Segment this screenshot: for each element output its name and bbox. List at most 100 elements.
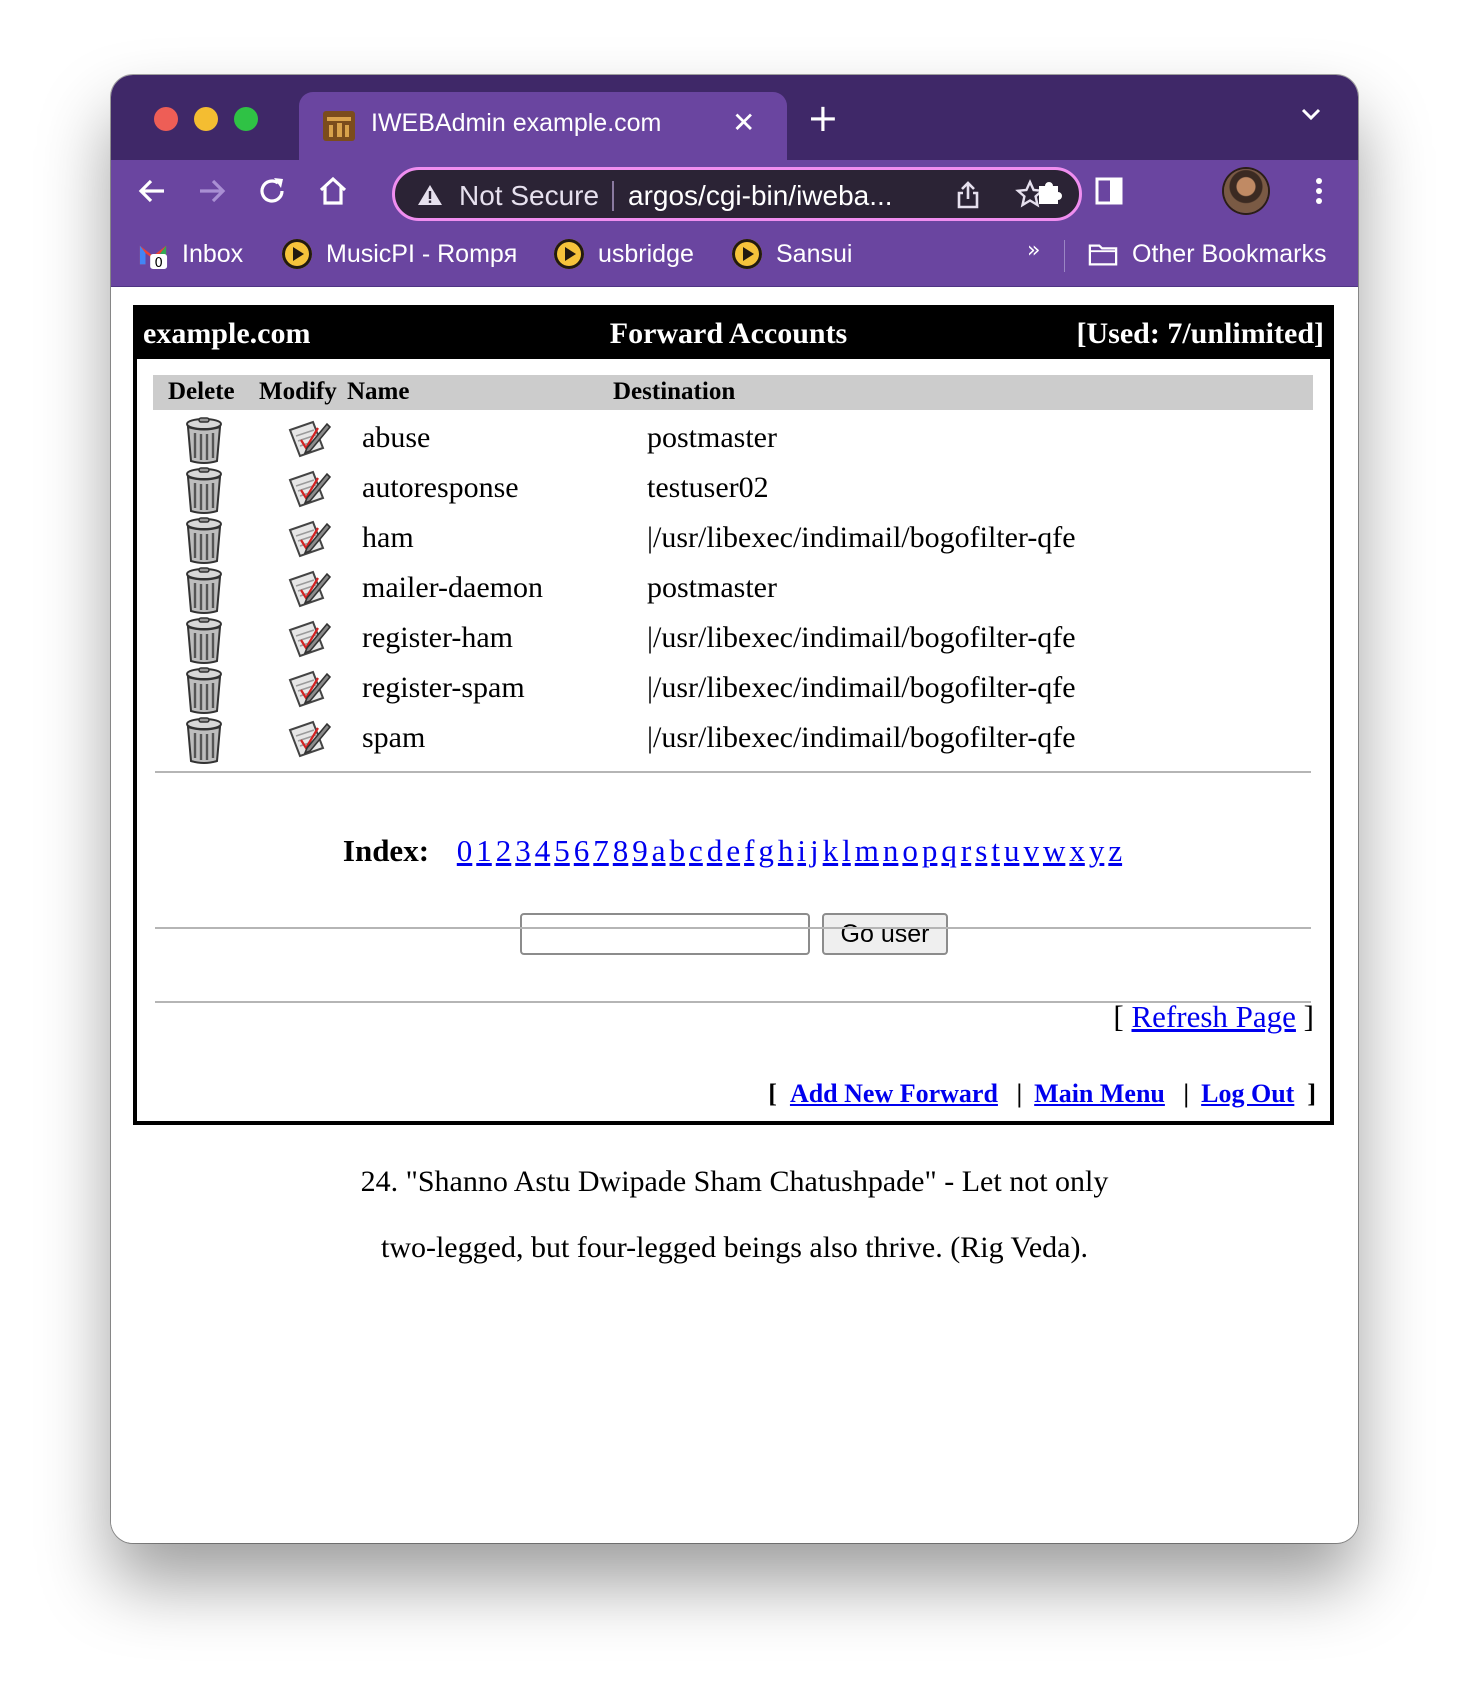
trash-icon[interactable] (183, 717, 225, 773)
reload-icon[interactable] (256, 175, 288, 207)
edit-icon[interactable] (287, 668, 332, 716)
warning-icon[interactable] (417, 183, 443, 207)
domain-name: example.com (143, 317, 311, 350)
index-link[interactable]: z (1108, 833, 1122, 868)
forward-name: abuse (362, 421, 431, 454)
column-modify: Modify (259, 378, 337, 405)
forward-arrow-icon[interactable] (196, 175, 228, 207)
index-link[interactable]: n (883, 833, 899, 868)
index-link[interactable]: u (1004, 833, 1020, 868)
index-link[interactable]: i (797, 833, 806, 868)
index-link[interactable]: 1 (476, 833, 492, 868)
index-link[interactable]: t (991, 833, 1000, 868)
index-link[interactable]: k (823, 833, 839, 868)
forward-destination: testuser02 (647, 471, 769, 504)
more-menu-icon[interactable] (1313, 175, 1325, 207)
index-link[interactable]: f (744, 833, 754, 868)
index-link[interactable]: 6 (574, 833, 590, 868)
index-link[interactable]: s (975, 833, 987, 868)
play-icon (732, 239, 762, 269)
zoom-window-button[interactable] (234, 107, 258, 131)
add-new-forward-link[interactable]: Add New Forward (790, 1079, 998, 1108)
main-menu-link[interactable]: Main Menu (1034, 1079, 1165, 1108)
extensions-puzzle-icon[interactable] (1034, 175, 1066, 207)
bookmark-usbridge[interactable]: usbridge (554, 234, 694, 274)
index-link[interactable]: 4 (535, 833, 551, 868)
edit-icon[interactable] (287, 718, 332, 766)
other-bookmarks-label: Other Bookmarks (1132, 239, 1327, 268)
index-link[interactable]: d (707, 833, 723, 868)
browser-toolbar: Not Secure argos/cgi-bin/iweba... (111, 160, 1358, 226)
edit-icon[interactable] (287, 418, 332, 466)
profile-avatar[interactable] (1224, 169, 1268, 213)
index-link[interactable]: b (670, 833, 686, 868)
address-bar[interactable]: Not Secure argos/cgi-bin/iweba... (392, 167, 1082, 221)
home-icon[interactable] (317, 175, 349, 207)
edit-icon[interactable] (287, 568, 332, 616)
bracket-open: [ (768, 1079, 777, 1108)
go-user-input[interactable] (520, 913, 810, 955)
quote-line-2: two-legged, but four-legged beings also … (380, 1231, 1088, 1264)
link-separator: | (1183, 1079, 1190, 1108)
index-link[interactable]: h (778, 833, 794, 868)
index-link[interactable]: 7 (593, 833, 609, 868)
index-link[interactable]: a (652, 833, 666, 868)
index-link[interactable]: 5 (554, 833, 570, 868)
index-link[interactable]: e (726, 833, 740, 868)
index-link[interactable]: g (758, 833, 774, 868)
play-icon (282, 239, 312, 269)
tab-close-icon[interactable]: ✕ (732, 106, 755, 139)
table-row: autoresponse testuser02 (153, 463, 1313, 517)
security-label[interactable]: Not Secure (459, 180, 599, 212)
index-link[interactable]: l (842, 833, 851, 868)
index-link[interactable]: x (1069, 833, 1085, 868)
minimize-window-button[interactable] (194, 107, 218, 131)
favicon-icon (323, 111, 355, 141)
index-link[interactable]: o (902, 833, 918, 868)
forward-name: register-ham (362, 621, 513, 654)
index-link[interactable]: w (1043, 833, 1065, 868)
bookmark-sansui[interactable]: Sansui (732, 234, 852, 274)
back-arrow-icon[interactable] (136, 175, 168, 207)
gmail-icon: 0 (139, 245, 168, 269)
bookmark-label: MusicPI - Rompя (326, 239, 518, 268)
index-link[interactable]: p (922, 833, 938, 868)
log-out-link[interactable]: Log Out (1201, 1079, 1294, 1108)
edit-icon[interactable] (287, 468, 332, 516)
index-link[interactable]: 9 (632, 833, 648, 868)
refresh-page-link[interactable]: Refresh Page (1132, 999, 1296, 1034)
index-link[interactable]: v (1023, 833, 1039, 868)
index-link[interactable]: q (941, 833, 957, 868)
url-text[interactable]: argos/cgi-bin/iweba... (628, 180, 893, 212)
share-icon[interactable] (955, 180, 981, 210)
bookmark-musicpi[interactable]: MusicPI - Rompя (282, 234, 517, 274)
close-window-button[interactable] (154, 107, 178, 131)
go-user-button[interactable]: Go user (822, 913, 948, 955)
new-tab-icon[interactable]: + (807, 99, 839, 137)
bookmarks-overflow-icon[interactable]: » (1027, 238, 1040, 263)
index-link[interactable]: 3 (515, 833, 531, 868)
edit-icon[interactable] (287, 518, 332, 566)
side-panel-icon[interactable] (1094, 175, 1124, 207)
forward-destination: |/usr/libexec/indimail/bogofilter-qfe (647, 621, 1076, 654)
bracket-close: ] (1295, 999, 1314, 1034)
active-tab[interactable]: IWEBAdmin example.com ✕ (299, 92, 787, 160)
index-link[interactable]: y (1089, 833, 1105, 868)
table-header: Delete Modify Name Destination (153, 375, 1313, 410)
bookmark-inbox[interactable]: 0 Inbox (138, 234, 243, 274)
other-bookmarks[interactable]: Other Bookmarks (1088, 234, 1327, 274)
chevron-down-icon[interactable] (1301, 107, 1321, 121)
index-link[interactable]: 0 (457, 833, 473, 868)
index-link[interactable]: r (961, 833, 971, 868)
index-link[interactable]: m (855, 833, 879, 868)
index-link[interactable]: j (810, 833, 819, 868)
forward-name: mailer-daemon (362, 571, 543, 604)
edit-icon[interactable] (287, 618, 332, 666)
index-link[interactable]: 8 (613, 833, 629, 868)
index-link[interactable]: c (689, 833, 703, 868)
bookmark-label: usbridge (598, 239, 694, 268)
quote-line-1: 24. "Shanno Astu Dwipade Sham Chatushpad… (360, 1165, 1109, 1198)
bracket-open: [ (1113, 999, 1132, 1034)
index-link[interactable]: 2 (496, 833, 512, 868)
table-row: spam |/usr/libexec/indimail/bogofilter-qf… (153, 713, 1313, 767)
